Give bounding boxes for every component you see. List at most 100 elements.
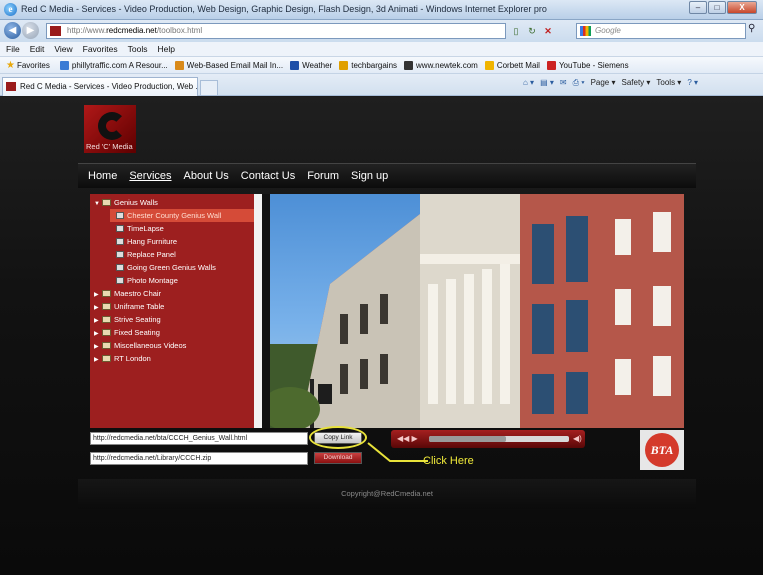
minimize-button[interactable]: –: [689, 1, 707, 14]
favorite-link[interactable]: Web-Based Email Mail In...: [174, 60, 284, 70]
tree-folder[interactable]: ▶ Strive Seating: [90, 313, 254, 326]
favorites-bar: ★ Favorites phillytraffic.com A Resour..…: [0, 57, 763, 74]
nav-services[interactable]: Services: [129, 170, 171, 182]
player-controls-row: http://redcmedia.net/bta/CCCH_Genius_Wal…: [90, 426, 684, 474]
compatibility-icon[interactable]: ▯: [509, 23, 523, 39]
favorites-star-icon[interactable]: ★: [6, 60, 15, 71]
favorite-page-icon: [290, 60, 300, 70]
download-link-field[interactable]: http://redcmedia.net/Library/CCCH.zip: [90, 452, 308, 465]
feeds-icon[interactable]: ▤ ▾: [540, 78, 554, 88]
tree-label: Chester County Genius Wall: [127, 211, 222, 220]
tree-item[interactable]: TimeLapse: [90, 222, 254, 235]
ie-logo-icon: e: [4, 3, 17, 16]
page-link-field[interactable]: http://redcmedia.net/bta/CCCH_Genius_Wal…: [90, 432, 308, 445]
url-input[interactable]: http://www.redcmedia.net/toolbox.html: [46, 23, 506, 39]
browser-tab[interactable]: Red C Media - Services - Video Productio…: [2, 77, 198, 96]
tree-label: Photo Montage: [127, 276, 178, 285]
click-here-annotation: Click Here: [423, 455, 474, 467]
tree-label: Hang Furniture: [127, 237, 178, 246]
favorite-label: techbargains: [351, 60, 398, 70]
window-titlebar: e Red C Media - Services - Video Product…: [0, 0, 763, 20]
nav-forum[interactable]: Forum: [307, 170, 339, 182]
tree-item[interactable]: Hang Furniture: [90, 235, 254, 248]
volume-icon[interactable]: ◀): [573, 434, 582, 443]
tree-label: Going Green Genius Walls: [127, 263, 216, 272]
folder-icon: [102, 355, 111, 362]
video-frame[interactable]: [270, 194, 684, 428]
forward-button[interactable]: ▶: [22, 22, 39, 39]
nav-about-us[interactable]: About Us: [184, 170, 229, 182]
tree-label: RT London: [114, 354, 151, 363]
menu-help[interactable]: Help: [157, 42, 174, 56]
video-tree: ▼ Genius Walls Chester County Genius Wall…: [90, 194, 262, 428]
nav-sign-up[interactable]: Sign up: [351, 170, 388, 182]
favorite-link[interactable]: Weather: [290, 60, 332, 70]
favorite-link[interactable]: techbargains: [339, 60, 398, 70]
folder-icon: [102, 316, 111, 323]
tree-folder[interactable]: ▶ RT London: [90, 352, 254, 365]
highlight-ellipse: [309, 426, 367, 449]
page-footer: Copyright@RedCmedia.net: [78, 479, 696, 509]
bta-logo[interactable]: BTA: [640, 430, 684, 470]
logo-c-icon: [98, 112, 126, 140]
stop-icon[interactable]: ✕: [541, 23, 555, 39]
home-icon[interactable]: ⌂ ▾: [523, 78, 534, 88]
favorite-page-icon: [174, 60, 184, 70]
mail-icon[interactable]: ✉: [560, 78, 567, 88]
favorite-label: Web-Based Email Mail In...: [186, 60, 284, 70]
tree-item[interactable]: Photo Montage: [90, 274, 254, 287]
menu-edit[interactable]: Edit: [30, 42, 45, 56]
bta-logo-text: BTA: [645, 433, 679, 467]
nav-home[interactable]: Home: [88, 170, 117, 182]
seek-bar[interactable]: [429, 436, 569, 442]
seek-progress: [429, 436, 506, 442]
film-icon: [116, 238, 124, 245]
print-icon[interactable]: ⎙ ▾: [573, 78, 585, 88]
tree-item-selected[interactable]: Chester County Genius Wall: [110, 209, 254, 222]
folder-icon: [102, 342, 111, 349]
video-panel: ▼ Genius Walls Chester County Genius Wall…: [90, 194, 684, 428]
download-button[interactable]: Download: [314, 452, 362, 464]
logo-text: Red 'C' Media: [86, 142, 133, 151]
tools-menu[interactable]: Tools ▾: [656, 78, 681, 88]
tree-label: Miscellaneous Videos: [114, 341, 187, 350]
menu-view[interactable]: View: [54, 42, 72, 56]
help-icon[interactable]: ? ▾: [687, 78, 698, 88]
tree-label: Replace Panel: [127, 250, 176, 259]
safety-menu[interactable]: Safety ▾: [621, 78, 650, 88]
back-button[interactable]: ◀: [4, 22, 21, 39]
menu-tools[interactable]: Tools: [128, 42, 148, 56]
tree-folder-genius-walls[interactable]: ▼ Genius Walls: [90, 196, 254, 209]
refresh-icon[interactable]: ↻: [525, 23, 539, 39]
tree-folder[interactable]: ▶ Miscellaneous Videos: [90, 339, 254, 352]
favorite-link[interactable]: phillytraffic.com A Resour...: [59, 60, 168, 70]
tree-item[interactable]: Replace Panel: [90, 248, 254, 261]
favorite-link[interactable]: YouTube - Siemens: [546, 60, 629, 70]
favorite-link[interactable]: www.newtek.com: [404, 60, 478, 70]
maximize-button[interactable]: □: [708, 1, 726, 14]
play-pause-icon[interactable]: ◀◀ ▶: [397, 434, 418, 443]
menu-favorites[interactable]: Favorites: [83, 42, 118, 56]
menu-file[interactable]: File: [6, 42, 20, 56]
search-icon[interactable]: ⚲: [748, 23, 755, 34]
building-photo: [270, 194, 684, 428]
favorite-page-icon: [546, 60, 556, 70]
favorite-link[interactable]: Corbett Mail: [484, 60, 540, 70]
new-tab-button[interactable]: [200, 80, 218, 95]
page-menu[interactable]: Page ▾: [591, 78, 616, 88]
film-icon: [116, 251, 124, 258]
tree-item[interactable]: Going Green Genius Walls: [90, 261, 254, 274]
search-input[interactable]: Google: [576, 23, 746, 39]
favorite-label: phillytraffic.com A Resour...: [71, 60, 168, 70]
collapsed-arrow-icon: ▶: [94, 357, 99, 363]
nav-contact-us[interactable]: Contact Us: [241, 170, 295, 182]
address-bar: ◀ ▶ http://www.redcmedia.net/toolbox.htm…: [0, 20, 763, 42]
close-button[interactable]: X: [727, 1, 757, 14]
tree-folder[interactable]: ▶ Fixed Seating: [90, 326, 254, 339]
url-path: /toolbox.html: [156, 26, 203, 35]
favorites-label[interactable]: Favorites: [17, 61, 50, 70]
red-c-media-logo[interactable]: Red 'C' Media: [84, 105, 136, 153]
tree-folder[interactable]: ▶ Maestro Chair: [90, 287, 254, 300]
film-icon: [116, 225, 124, 232]
tree-folder[interactable]: ▶ Uniframe Table: [90, 300, 254, 313]
